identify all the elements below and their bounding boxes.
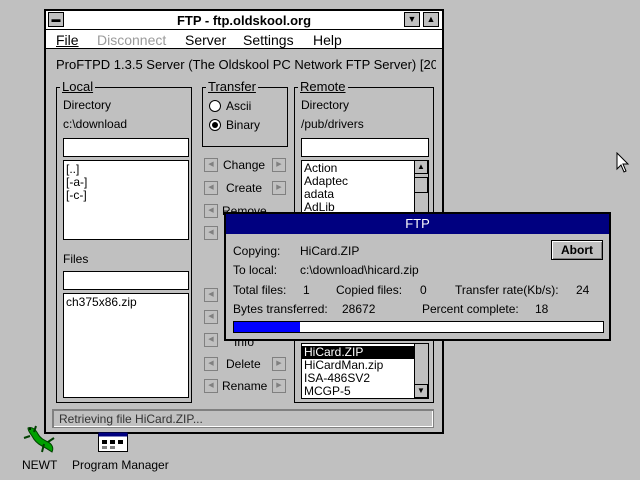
rename-left-arrow-icon[interactable]: ◀ [204,379,218,393]
local-group-title: Local [60,79,96,94]
copied-files-value: 0 [420,283,427,297]
bytes-transferred-value: 28672 [342,302,376,316]
desktop-icon-newt[interactable]: NEWT [14,424,64,474]
desktop-icon-label: NEWT [22,458,58,472]
abort-button-label: Abort [561,243,593,257]
copying-value: HiCard.ZIP [300,244,360,258]
copy-left-arrow-icon[interactable]: ◀ [204,226,218,240]
create-left-arrow-icon[interactable]: ◀ [204,181,218,195]
window-title: FTP - ftp.oldskool.org [176,13,312,28]
total-files-label: Total files: [233,283,287,297]
local-file-input[interactable] [63,271,189,290]
menu-file[interactable]: File [56,32,79,48]
abort-button[interactable]: Abort [551,240,603,260]
remove-left-arrow-icon[interactable]: ◀ [204,204,218,218]
percent-complete-value: 18 [535,302,549,316]
minimize-arrow-icon[interactable]: ▼ [404,12,420,27]
view-left-arrow-icon[interactable]: ◀ [204,288,218,302]
remote-directory-value: /pub/drivers [301,117,364,131]
ascii-radio[interactable] [209,100,221,112]
ascii-label: Ascii [226,99,252,113]
desktop-icon-program-manager[interactable]: Program Manager [70,432,170,476]
delete-left-arrow-icon[interactable]: ◀ [204,357,218,371]
progress-bar [233,321,604,333]
menu-help[interactable]: Help [313,32,342,48]
remote-file-list[interactable]: HiCard.ZIP HiCardMan.zip ISA-486SV2 MCGP-5 … [301,343,429,399]
transfer-rate-label: Transfer rate(Kb/s): [455,283,559,297]
desktop-icon-label: Program Manager [72,458,169,472]
mouse-cursor-icon [616,152,630,173]
transfer-rate-value: 24 [576,283,590,297]
to-local-value: c:\download\hicard.zip [300,263,419,277]
percent-complete-label: Percent complete: [422,302,519,316]
status-text: Retrieving file HiCard.ZIP... [59,412,203,426]
local-files-label: Files [63,252,89,266]
remote-directory-label: Directory [301,98,350,112]
progress-dialog-title[interactable]: FTP [226,214,609,234]
local-file-item[interactable]: ch375x86.zip [64,296,188,309]
scroll-down-arrow-icon[interactable]: ▼ [414,384,428,398]
progress-bar-fill [234,322,301,332]
remote-dir-scrollbar[interactable]: ▲ [414,161,428,217]
scroll-thumb[interactable] [414,177,428,193]
remote-file-item[interactable]: MCGP-5 [302,385,414,398]
transfer-group-title: Transfer [206,79,258,94]
info-left-arrow-icon[interactable]: ◀ [204,333,218,347]
program-manager-icon [98,432,128,452]
maximize-arrow-icon[interactable]: ▲ [423,12,439,27]
copying-label: Copying: [233,244,281,258]
total-files-value: 1 [303,283,310,297]
local-directory-label: Directory [63,98,112,112]
delete-right-arrow-icon[interactable]: ▶ [272,357,286,371]
remote-file-scrollbar[interactable]: ▼ [414,344,428,398]
create-button[interactable]: Create [226,181,262,195]
local-dir-item[interactable]: [-c-] [64,189,188,202]
change-right-arrow-icon[interactable]: ▶ [272,158,286,172]
remote-group-title: Remote [298,79,348,94]
binary-label: Binary [226,118,261,132]
progress-dialog: FTP Copying: HiCard.ZIP Abort To local: … [224,212,611,341]
change-left-arrow-icon[interactable]: ◀ [204,158,218,172]
remote-dir-input[interactable] [301,138,429,157]
exec-left-arrow-icon[interactable]: ◀ [204,310,218,324]
copied-files-label: Copied files: [336,283,403,297]
change-button[interactable]: Change [223,158,265,172]
local-dir-input[interactable] [63,138,189,157]
remote-dir-list[interactable]: ActionAdaptecadataAdLibADTEC ▲ [301,160,429,218]
transfer-group: Transfer Ascii Binary [202,79,288,147]
local-group: Local Directory c:\download [..] [-a-] [-c… [56,79,192,403]
server-banner: ProFTPD 1.3.5 Server (The Oldskool PC Ne… [56,57,436,72]
menu-disconnect[interactable]: Disconnect [97,32,166,48]
menu-server[interactable]: Server [185,32,226,48]
local-dir-list[interactable]: [..] [-a-] [-c-] [63,160,189,240]
local-directory-value: c:\download [63,117,128,131]
binary-radio[interactable] [209,119,221,131]
menu-settings[interactable]: Settings [243,32,294,48]
scroll-up-arrow-icon[interactable]: ▲ [414,161,428,174]
title-bar[interactable]: ▬ FTP - ftp.oldskool.org ▼ ▲ [46,11,442,30]
rename-button[interactable]: Rename [222,379,267,393]
to-local-label: To local: [233,263,278,277]
create-right-arrow-icon[interactable]: ▶ [272,181,286,195]
status-bar: Retrieving file HiCard.ZIP... [52,409,434,428]
delete-button[interactable]: Delete [226,357,261,371]
bytes-transferred-label: Bytes transferred: [233,302,328,316]
rename-right-arrow-icon[interactable]: ▶ [272,379,286,393]
local-file-list[interactable]: ch375x86.zip [63,293,189,398]
menu-bar: File Disconnect Server Settings Help [46,30,442,49]
newt-lizard-icon [23,425,55,453]
